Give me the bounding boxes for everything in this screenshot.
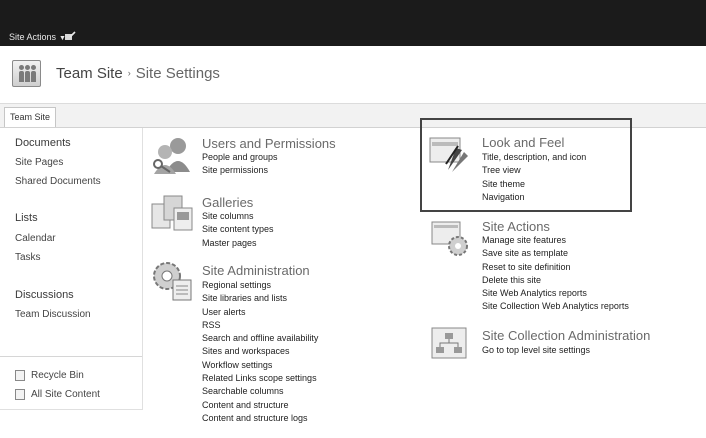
ql-documents[interactable]: Documents [15,137,71,149]
link-search-and-offline-availability[interactable]: Search and offline availability [202,332,318,345]
link-delete-this-site[interactable]: Delete this site [482,274,629,287]
link-navigation[interactable]: Navigation [482,191,586,204]
users-permissions-title: Users and Permissions [202,136,336,151]
link-manage-site-features[interactable]: Manage site features [482,234,629,247]
site-collection-administration-icon [431,327,467,359]
look-and-feel-title: Look and Feel [482,135,565,150]
edit-page-icon[interactable] [64,31,76,41]
galleries-icon [151,195,193,231]
ql-site-pages[interactable]: Site Pages [15,157,63,168]
recycle-bin-label: Recycle Bin [31,370,84,381]
look-and-feel-links: Title, description, and icon Tree view S… [482,151,586,204]
site-actions-label: Site Actions [9,32,57,42]
site-collection-administration-title: Site Collection Administration [482,328,651,343]
galleries-title: Galleries [202,195,254,210]
link-content-and-structure-logs[interactable]: Content and structure logs [202,412,318,425]
link-title-description-and-icon[interactable]: Title, description, and icon [482,151,586,164]
link-rss[interactable]: RSS [202,319,318,332]
link-sites-and-workspaces[interactable]: Sites and workspaces [202,345,318,358]
breadcrumb-site-link[interactable]: Team Site [56,65,123,82]
all-site-content-icon [15,389,25,400]
tab-team-site[interactable]: Team Site [4,107,57,127]
ql-recycle-bin[interactable]: Recycle Bin [15,370,84,381]
quick-launch: Documents Site Pages Shared Documents Li… [0,128,143,410]
ql-discussions[interactable]: Discussions [15,289,74,301]
link-go-to-top-level-site-settings[interactable]: Go to top level site settings [482,344,590,357]
link-tree-view[interactable]: Tree view [482,164,586,177]
breadcrumb-separator-icon: › [127,68,131,78]
link-master-pages[interactable]: Master pages [202,237,274,250]
recycle-bin-icon [15,370,25,381]
users-permissions-links: People and groups Site permissions [202,151,278,178]
link-site-collection-web-analytics-reports[interactable]: Site Collection Web Analytics reports [482,300,629,313]
link-related-links-scope-settings[interactable]: Related Links scope settings [202,372,318,385]
link-site-libraries-and-lists[interactable]: Site libraries and lists [202,292,318,305]
link-searchable-columns[interactable]: Searchable columns [202,385,318,398]
site-administration-title: Site Administration [202,263,310,278]
ql-all-site-content[interactable]: All Site Content [15,389,100,400]
ribbon-bar: Site Actions ▼ [0,0,706,46]
users-permissions-icon [153,138,190,174]
link-site-columns[interactable]: Site columns [202,210,274,223]
look-and-feel-icon [429,137,468,172]
link-workflow-settings[interactable]: Workflow settings [202,359,318,372]
page-title: Site Settings [135,65,220,82]
link-site-content-types[interactable]: Site content types [202,223,274,236]
ql-shared-documents[interactable]: Shared Documents [15,176,101,187]
site-actions-title: Site Actions [482,219,550,234]
site-actions-icon [431,221,468,256]
site-administration-links: Regional settings Site libraries and lis… [202,279,318,425]
site-collection-administration-links: Go to top level site settings [482,344,590,357]
link-user-alerts[interactable]: User alerts [202,306,318,319]
site-actions-links: Manage site features Save site as templa… [482,234,629,314]
site-actions-menu[interactable]: Site Actions ▼ [9,32,66,42]
link-save-site-as-template[interactable]: Save site as template [482,247,629,260]
site-administration-icon [153,262,192,301]
ql-lists[interactable]: Lists [15,212,38,224]
ql-team-discussion[interactable]: Team Discussion [15,309,91,320]
breadcrumb: Team Site › Site Settings [56,65,220,82]
galleries-links: Site columns Site content types Master p… [202,210,274,250]
ql-calendar[interactable]: Calendar [15,233,56,244]
ql-tasks[interactable]: Tasks [15,252,41,263]
link-reset-to-site-definition[interactable]: Reset to site definition [482,261,629,274]
link-content-and-structure[interactable]: Content and structure [202,399,318,412]
link-site-permissions[interactable]: Site permissions [202,164,278,177]
link-site-theme[interactable]: Site theme [482,178,586,191]
all-site-content-label: All Site Content [31,389,100,400]
link-regional-settings[interactable]: Regional settings [202,279,318,292]
site-logo-icon[interactable] [12,60,41,87]
link-people-and-groups[interactable]: People and groups [202,151,278,164]
divider [0,356,142,357]
link-site-web-analytics-reports[interactable]: Site Web Analytics reports [482,287,629,300]
title-area: Team Site › Site Settings [0,46,706,104]
